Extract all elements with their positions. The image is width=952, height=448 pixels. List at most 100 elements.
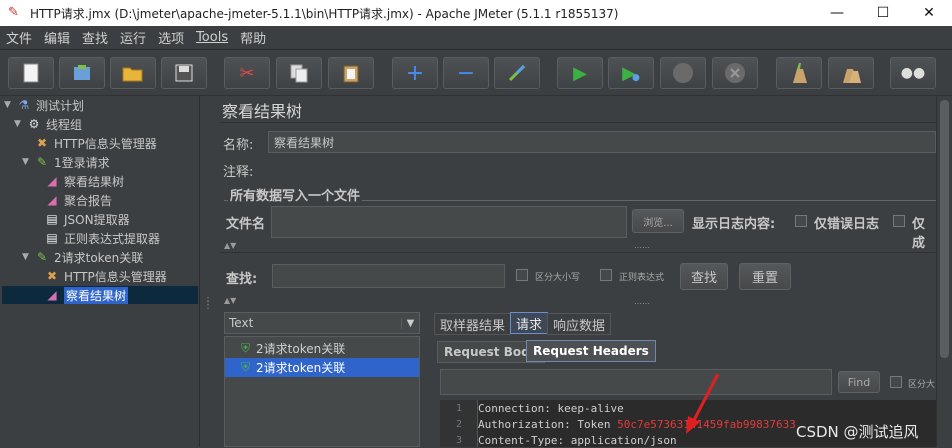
chart-icon: ◢ <box>47 193 57 207</box>
search-input[interactable] <box>272 264 505 288</box>
tree-node-json-extractor[interactable]: ▤ JSON提取器 <box>44 210 129 228</box>
page-title: 察看结果树 <box>222 102 303 121</box>
expand-all-button[interactable]: + <box>392 57 438 89</box>
headers-search-input[interactable] <box>440 369 832 395</box>
menu-options[interactable]: 选项 <box>152 28 190 47</box>
copy-icon <box>290 64 308 83</box>
case-sensitive-checkbox[interactable] <box>516 269 528 281</box>
errors-only-checkbox[interactable] <box>795 215 807 227</box>
paste-button[interactable] <box>328 57 374 89</box>
tree-node-aggregate-report[interactable]: ◢ 聚合报告 <box>44 191 112 209</box>
gear-icon: ⚙ <box>28 117 40 131</box>
success-only-label: 仅成 <box>912 217 926 251</box>
menu-file[interactable]: 文件 <box>0 28 38 47</box>
split-divider[interactable]: ⋮ ⋮ <box>200 96 220 447</box>
doc-icon: ▤ <box>46 231 58 245</box>
results-tree-panel: 察看结果树 名称: 察看结果树 注释: 所有数据写入一个文件 文件名 浏览...… <box>220 96 936 447</box>
chevron-down-icon[interactable]: ▼ <box>401 317 419 329</box>
start-no-pauses-button[interactable]: ▶ ● <box>608 57 654 89</box>
stop-button[interactable] <box>660 57 706 89</box>
menu-edit[interactable]: 编辑 <box>38 28 76 47</box>
success-only-checkbox[interactable] <box>893 215 905 227</box>
tab-sampler-result[interactable]: 取样器结果 <box>434 313 512 335</box>
toggle-icon <box>508 64 526 82</box>
sample-result-list: ⛨ 2请求token关联 ⛨ 2请求token关联 <box>224 336 420 447</box>
file-name-field[interactable] <box>271 206 627 238</box>
sampler-icon: ✎ <box>36 250 48 264</box>
vertical-scrollbar[interactable] <box>936 96 952 447</box>
tree-node-header-manager-1[interactable]: ✖ HTTP信息头管理器 <box>34 134 157 152</box>
collapse-toggle-icon[interactable]: ▼ <box>14 119 26 129</box>
menu-help[interactable]: 帮助 <box>234 28 272 47</box>
case-sensitive-label: 区分大小写 <box>535 273 581 283</box>
menu-search[interactable]: 查找 <box>76 28 114 47</box>
list-item[interactable]: ⛨ 2请求token关联 <box>225 358 419 377</box>
headers-find-button[interactable]: Find <box>838 371 880 393</box>
search-button[interactable]: ●● <box>890 57 936 89</box>
headers-case-checkbox[interactable] <box>890 376 902 388</box>
tree-node-regex-extractor[interactable]: ▤ 正则表达式提取器 <box>44 229 160 247</box>
start-button[interactable]: ▶ <box>557 57 603 89</box>
toggle-button[interactable] <box>494 57 540 89</box>
clear-all-button[interactable] <box>828 57 874 89</box>
menu-bar: 文件 编辑 查找 运行 选项 Tools 帮助 <box>0 26 952 50</box>
comment-field[interactable] <box>260 158 936 180</box>
tree-node-token-request[interactable]: ▼ ✎ 2请求token关联 <box>22 248 143 266</box>
reset-button[interactable]: 重置 <box>739 263 791 290</box>
maximize-button[interactable]: ☐ <box>860 0 906 26</box>
collapse-all-button[interactable]: − <box>443 57 489 89</box>
shutdown-icon <box>725 63 745 83</box>
shutdown-button[interactable] <box>712 57 758 89</box>
tree-node-test-plan[interactable]: ▼ ⚗ 测试计划 <box>4 96 84 114</box>
collapse-toggle-icon[interactable]: ▼ <box>22 252 34 262</box>
tree-node-results-tree-1[interactable]: ◢ 察看结果树 <box>44 172 124 190</box>
comment-label: 注释: <box>223 165 254 180</box>
list-item[interactable]: ⛨ 2请求token关联 <box>225 339 419 358</box>
find-button[interactable]: 查找 <box>680 263 728 290</box>
menu-tools[interactable]: Tools <box>190 30 234 45</box>
save-button[interactable] <box>161 57 207 89</box>
new-icon <box>23 63 39 83</box>
browse-button[interactable]: 浏览... <box>632 209 684 233</box>
menu-run[interactable]: 运行 <box>114 28 152 47</box>
test-plan-icon: ⚗ <box>18 98 30 112</box>
templates-button[interactable] <box>59 57 105 89</box>
minimize-button[interactable]: — <box>814 0 860 26</box>
success-shield-icon: ⛨ <box>241 341 251 355</box>
name-field[interactable]: 察看结果树 <box>268 131 936 153</box>
collapse-arrows-icon[interactable]: ▲▼ <box>224 242 236 250</box>
file-name-label: 文件名 <box>226 217 266 232</box>
watermark: CSDN @测试追风 <box>796 423 919 441</box>
close-button[interactable]: ✕ <box>906 0 952 26</box>
splitter-grip-icon-2[interactable]: ⋯⋯ <box>634 300 650 308</box>
paste-icon <box>343 65 359 83</box>
scrollbar-thumb[interactable] <box>940 100 949 358</box>
collapse-arrows-icon-2[interactable]: ▲▼ <box>224 297 236 305</box>
code-line: 2 Authorization: Token 50c7e57363141459fa… <box>455 417 796 431</box>
regex-checkbox[interactable] <box>600 269 612 281</box>
new-button[interactable] <box>8 57 54 89</box>
open-button[interactable] <box>110 57 156 89</box>
tree-node-header-manager-2[interactable]: ✖ HTTP信息头管理器 <box>44 267 167 285</box>
window-title: HTTP请求.jmx (D:\jmeter\apache-jmeter-5.1.… <box>30 6 619 21</box>
errors-only-label: 仅错误日志 <box>814 217 880 232</box>
log-content-label: 显示日志内容: <box>692 217 776 232</box>
collapse-toggle-icon[interactable]: ▼ <box>22 157 34 167</box>
tree-node-login-request[interactable]: ▼ ✎ 1登录请求 <box>22 153 110 171</box>
code-line: 1 Connection: keep-alive <box>455 401 624 415</box>
clear-all-icon <box>843 69 861 83</box>
tab-response-data[interactable]: 响应数据 <box>547 313 612 335</box>
splitter-grip-icon[interactable]: ⋯⋯ <box>634 244 650 252</box>
clear-button[interactable] <box>776 57 822 89</box>
tree-node-thread-group[interactable]: ▼ ⚙ 线程组 <box>14 115 82 133</box>
renderer-select[interactable]: Text ▼ <box>224 312 420 334</box>
cut-button[interactable]: ✂ <box>224 57 270 89</box>
tree-node-results-tree-2[interactable]: ◢ 察看结果树 <box>2 286 198 304</box>
collapse-toggle-icon[interactable]: ▼ <box>4 100 16 110</box>
code-line: 3 Content-Type: application/json <box>455 433 677 447</box>
tab-request[interactable]: 请求 <box>510 312 549 334</box>
success-shield-icon: ⛨ <box>241 360 251 374</box>
copy-button[interactable] <box>276 57 322 89</box>
stop-icon <box>673 63 693 83</box>
tab-request-headers[interactable]: Request Headers <box>526 340 656 362</box>
